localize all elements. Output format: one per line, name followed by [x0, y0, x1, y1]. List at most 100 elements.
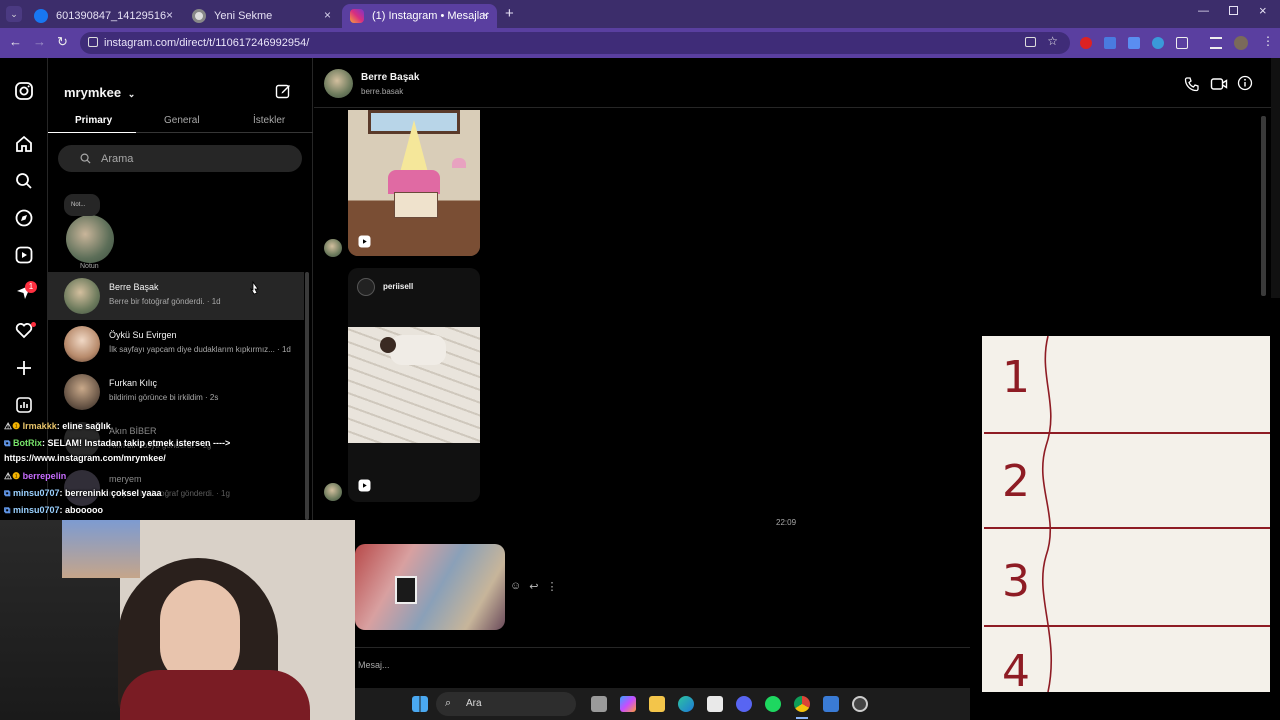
restore-button[interactable]: [1229, 6, 1238, 15]
windows-start-icon[interactable]: [412, 696, 428, 712]
minimize-button[interactable]: —: [1198, 5, 1209, 17]
react-emoji-icon[interactable]: ☺: [510, 580, 521, 594]
reels-icon[interactable]: [14, 245, 34, 265]
chat-line: https://www.instagram.com/mrymkee/: [4, 453, 166, 463]
person-sweater: [120, 670, 310, 720]
thread-name: Berre Başak: [109, 282, 159, 292]
chrome-icon[interactable]: [794, 696, 810, 712]
url-text: instagram.com/direct/t/110617246992954/: [104, 37, 310, 49]
avatar[interactable]: [324, 69, 353, 98]
explore-icon[interactable]: [14, 208, 34, 228]
more-options-icon[interactable]: ⋮: [546, 580, 557, 594]
phone-icon[interactable]: [1184, 76, 1200, 92]
active-app-indicator: [796, 717, 808, 719]
thread-berre[interactable]: Berre Başak Berre bir fotoğraf gönderdi.…: [48, 272, 304, 320]
browser-tab-facebook[interactable]: 601390847_141295163708402 ×: [26, 4, 181, 28]
new-message-icon[interactable]: [275, 83, 291, 99]
notification-badge: 1: [25, 281, 37, 293]
file-explorer-icon[interactable]: [649, 696, 665, 712]
video-call-icon[interactable]: [1210, 76, 1228, 92]
username: mrymkee: [64, 85, 122, 100]
profile-avatar[interactable]: [1234, 36, 1248, 50]
activity-dot: [31, 322, 36, 327]
person-head: [380, 337, 396, 353]
close-icon[interactable]: ×: [166, 8, 173, 22]
browser-tab-instagram[interactable]: (1) Instagram • Mesajlar ×: [342, 4, 497, 28]
page-number: 2: [1002, 456, 1030, 507]
reply-icon[interactable]: ↩: [529, 580, 538, 594]
url-field[interactable]: instagram.com/direct/t/110617246992954/ …: [80, 32, 1070, 54]
tab-list-button[interactable]: ⌄: [6, 6, 22, 22]
browser-tab-bar: ⌄ 601390847_141295163708402 × Yeni Sekme…: [0, 0, 1280, 28]
chat-user: minsu0707: [12, 505, 60, 515]
info-icon[interactable]: [1237, 75, 1253, 91]
contact-name[interactable]: Berre Başak: [361, 72, 419, 83]
install-icon[interactable]: [1025, 37, 1036, 47]
translate-icon[interactable]: [1104, 37, 1116, 49]
forward-icon[interactable]: →: [33, 34, 46, 49]
photo-card: [395, 576, 417, 604]
thread-oyku[interactable]: Öykü Su Evirgen İlk sayfayı yapcam diye …: [48, 320, 308, 368]
reading-list-icon[interactable]: [1210, 37, 1222, 49]
close-icon[interactable]: ×: [324, 8, 331, 22]
post-author: periisell: [383, 282, 414, 291]
tab-requests[interactable]: İstekler: [253, 115, 285, 126]
thread-furkan[interactable]: Furkan Kılıç bildirimi görünce bi irkild…: [48, 368, 308, 416]
instagram-logo-icon[interactable]: [14, 81, 34, 101]
message-placeholder: Mesaj...: [358, 660, 390, 670]
avatar: [324, 239, 342, 257]
page-number: 1: [1002, 352, 1030, 403]
wavy-margin-line: [1042, 336, 1052, 692]
search-input[interactable]: Arama: [58, 145, 302, 172]
audio-extension-icon[interactable]: [1128, 37, 1140, 49]
extension-icons: ⋮: [1078, 34, 1278, 52]
site-info-icon[interactable]: [88, 37, 98, 47]
shared-post[interactable]: periisell: [348, 268, 480, 502]
dashboard-icon[interactable]: [14, 395, 34, 415]
taskbar-search[interactable]: ⌕ Ara: [436, 692, 576, 716]
search-icon: [80, 153, 91, 164]
new-tab-button[interactable]: +: [505, 5, 514, 22]
bookmark-star-icon[interactable]: ☆: [1047, 34, 1058, 48]
contact-handle: berre.basak: [361, 87, 404, 96]
shared-reel[interactable]: [348, 110, 480, 256]
my-note[interactable]: Not... Notun: [64, 193, 119, 273]
spotify-icon[interactable]: [765, 696, 781, 712]
page-scrollbar[interactable]: [1271, 58, 1280, 298]
extension-red-icon[interactable]: [1080, 37, 1092, 49]
chat-text: : eline sağlık: [56, 421, 111, 431]
message-timestamp: 22:09: [776, 518, 797, 527]
avatar: [324, 483, 342, 501]
remote-desktop-icon[interactable]: [823, 696, 839, 712]
back-icon[interactable]: ←: [9, 34, 22, 49]
extensions-puzzle-icon[interactable]: [1176, 37, 1188, 49]
tab-general[interactable]: General: [164, 115, 200, 126]
username-switcher[interactable]: mrymkee ⌄: [64, 85, 135, 100]
edge-icon[interactable]: [678, 696, 694, 712]
reload-icon[interactable]: ↻: [57, 34, 68, 50]
chat-scrollbar[interactable]: [1261, 116, 1266, 296]
tab-primary[interactable]: Primary: [75, 115, 112, 126]
badge-icon: ❶: [12, 471, 21, 481]
obs-icon[interactable]: [852, 696, 868, 712]
home-icon[interactable]: [14, 134, 34, 154]
badge-icon: ⧉: [4, 488, 11, 498]
note-bubble: Not...: [64, 194, 100, 216]
close-window-button[interactable]: ×: [1259, 3, 1267, 18]
message-composer[interactable]: Mesaj...: [348, 647, 988, 677]
chat-user: Irmakkk: [22, 421, 57, 431]
person-face: [160, 580, 240, 684]
discord-icon[interactable]: [736, 696, 752, 712]
search-icon[interactable]: [14, 171, 34, 191]
close-icon[interactable]: ×: [482, 8, 489, 22]
chat-user: berrepelin: [22, 471, 67, 481]
store-icon[interactable]: [707, 696, 723, 712]
browser-tab-new[interactable]: Yeni Sekme ×: [184, 4, 339, 28]
menu-dots-icon[interactable]: ⋮: [1262, 34, 1274, 48]
copilot-icon[interactable]: [620, 696, 636, 712]
sent-photo[interactable]: [355, 544, 505, 630]
task-view-icon[interactable]: [591, 696, 607, 712]
create-plus-icon[interactable]: [14, 358, 34, 378]
shield-extension-icon[interactable]: [1152, 37, 1164, 49]
page-rule: [984, 432, 1270, 434]
